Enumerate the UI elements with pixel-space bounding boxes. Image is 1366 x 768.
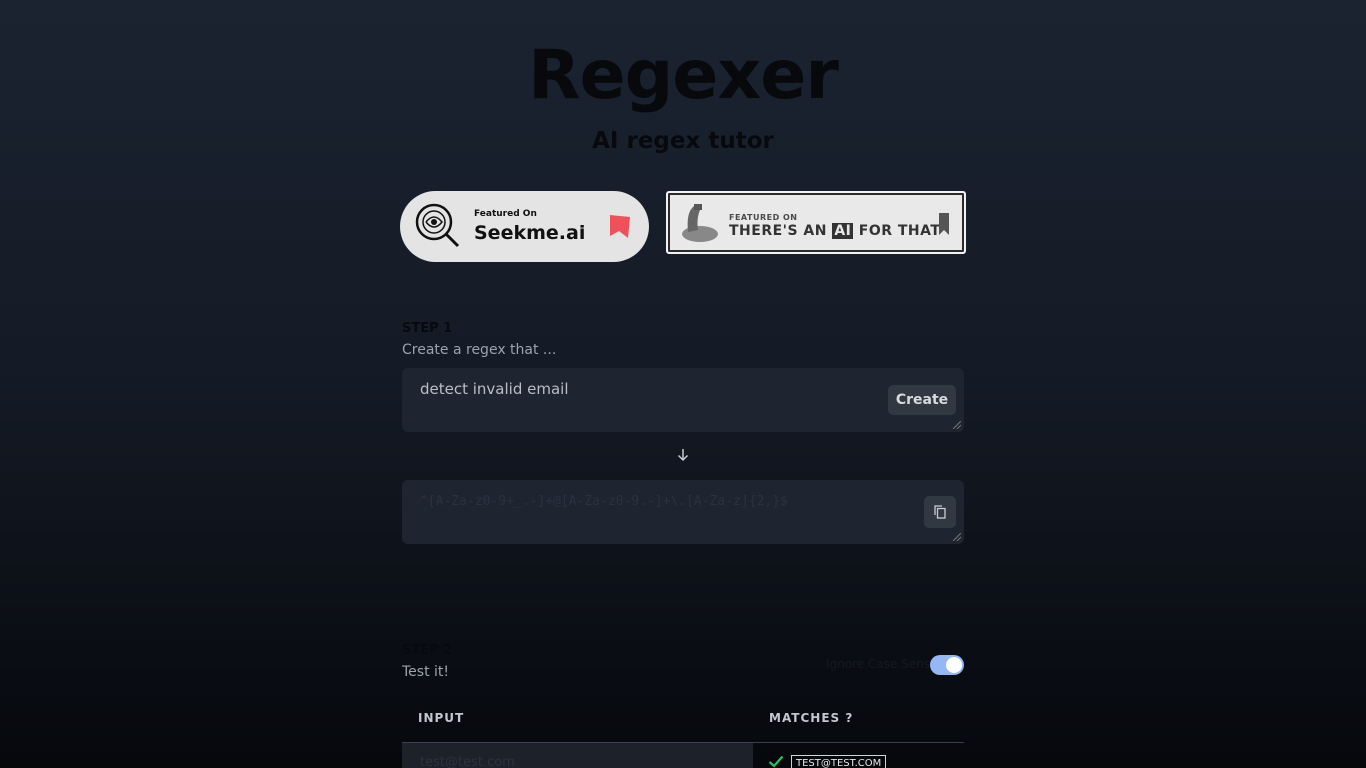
step1-description: Create a regex that ... [402, 342, 557, 358]
create-button[interactable]: Create [888, 385, 956, 415]
ignore-case-toggle[interactable] [930, 655, 964, 675]
taaft-logo-icon [682, 204, 718, 242]
toggle-knob [946, 657, 962, 673]
resize-handle-icon[interactable] [953, 533, 961, 541]
seekme-featured-badge[interactable]: Featured On Seekme.ai [400, 191, 649, 262]
app-title: Regexer [528, 36, 839, 115]
regex-output-value: ^[A-Za-z0-9+_.-]+@[A-Za-z0-9.-]+\.[A-Za-… [420, 494, 788, 509]
taaft-featured-label: FEATURED ON [729, 213, 798, 222]
step2-description: Test it! [402, 664, 450, 680]
taaft-name: THERE'S AN AI FOR THAT [729, 223, 941, 239]
check-icon [768, 755, 784, 768]
match-result-tag: TEST@TEST.COM [791, 755, 887, 768]
resize-handle-icon[interactable] [953, 421, 961, 429]
bookmark-icon [939, 213, 949, 235]
regex-output-textarea[interactable]: ^[A-Za-z0-9+_.-]+@[A-Za-z0-9.-]+\.[A-Za-… [402, 480, 964, 544]
taaft-featured-badge[interactable]: FEATURED ON THERE'S AN AI FOR THAT [666, 191, 966, 254]
test-input-value: test@test.com [420, 755, 515, 768]
seekme-featured-label: Featured On [474, 209, 537, 219]
copy-button[interactable] [924, 496, 956, 528]
ignore-case-label: Ignore Case Sens. [826, 657, 934, 671]
app-subtitle: AI regex tutor [592, 128, 774, 154]
regex-prompt-value: detect invalid email [420, 380, 569, 398]
step2-label: STEP 2 [402, 643, 453, 658]
column-header-input: INPUT [418, 711, 465, 725]
step1-label: STEP 1 [402, 321, 453, 336]
seekme-logo-icon [415, 203, 460, 248]
test-input-field[interactable]: test@test.com [402, 743, 753, 768]
column-header-matches: MATCHES ? [769, 711, 854, 725]
seekme-name: Seekme.ai [474, 222, 586, 244]
bookmark-icon [610, 215, 630, 238]
arrow-down-icon [677, 449, 689, 462]
copy-icon [934, 505, 946, 519]
regex-prompt-textarea[interactable]: detect invalid email [402, 368, 964, 432]
